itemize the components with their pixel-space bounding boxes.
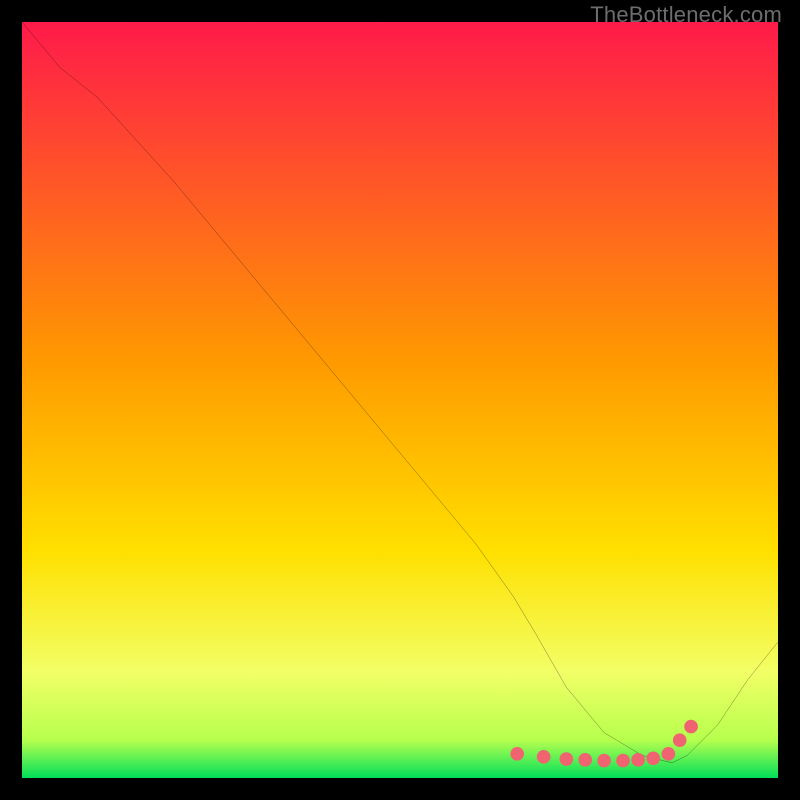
outer-frame: TheBottleneck.com (0, 0, 800, 800)
optimal-marker (631, 753, 645, 767)
optimal-marker (537, 750, 551, 764)
gradient-background (22, 22, 778, 778)
optimal-marker (510, 747, 524, 761)
optimal-marker (662, 747, 676, 761)
optimal-marker (684, 720, 698, 734)
optimal-marker (578, 753, 592, 767)
optimal-marker (646, 752, 660, 766)
watermark-text: TheBottleneck.com (590, 2, 782, 28)
optimal-marker (616, 754, 630, 768)
optimal-marker (597, 754, 611, 768)
bottleneck-chart (22, 22, 778, 778)
optimal-marker (560, 752, 574, 766)
optimal-marker (673, 733, 687, 747)
